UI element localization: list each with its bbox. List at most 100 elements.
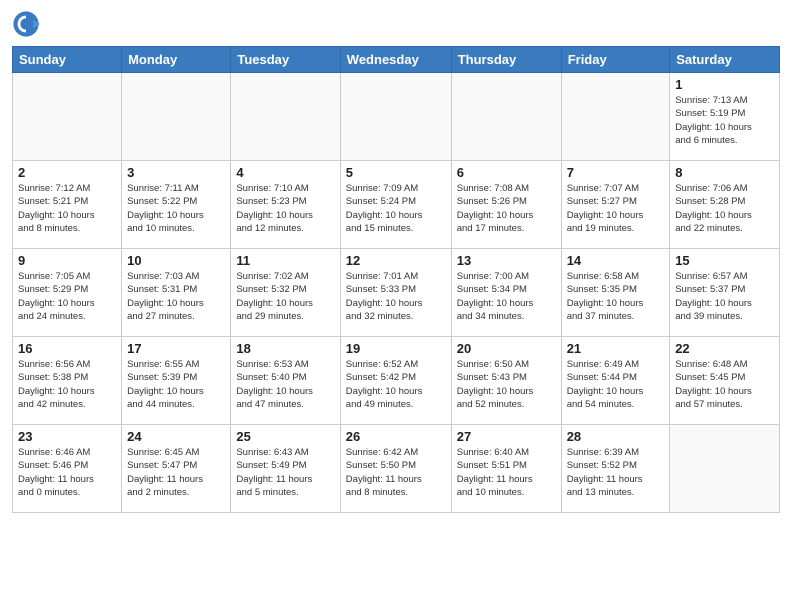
- day-number: 20: [457, 341, 556, 356]
- weekday-header-friday: Friday: [561, 47, 670, 73]
- day-number: 19: [346, 341, 446, 356]
- day-cell: 11 Sunrise: 7:02 AM Sunset: 5:32 PM Dayli…: [231, 249, 340, 337]
- day-info: Sunrise: 6:42 AM Sunset: 5:50 PM Dayligh…: [346, 446, 446, 499]
- day-cell: 23 Sunrise: 6:46 AM Sunset: 5:46 PM Dayli…: [13, 425, 122, 513]
- day-number: 18: [236, 341, 334, 356]
- day-number: 22: [675, 341, 774, 356]
- day-info: Sunrise: 6:48 AM Sunset: 5:45 PM Dayligh…: [675, 358, 774, 411]
- day-cell: 12 Sunrise: 7:01 AM Sunset: 5:33 PM Dayli…: [340, 249, 451, 337]
- day-number: 21: [567, 341, 665, 356]
- weekday-header-wednesday: Wednesday: [340, 47, 451, 73]
- day-cell: 8Sunrise: 7:06 AM Sunset: 5:28 PM Daylig…: [670, 161, 780, 249]
- week-row-3: 9 Sunrise: 7:05 AM Sunset: 5:29 PM Daylig…: [13, 249, 780, 337]
- week-row-4: 16 Sunrise: 6:56 AM Sunset: 5:38 PM Dayli…: [13, 337, 780, 425]
- day-number: 27: [457, 429, 556, 444]
- day-cell: 10 Sunrise: 7:03 AM Sunset: 5:31 PM Dayli…: [122, 249, 231, 337]
- day-cell: 14 Sunrise: 6:58 AM Sunset: 5:35 PM Dayli…: [561, 249, 670, 337]
- day-number: 7: [567, 165, 665, 180]
- day-cell: [13, 73, 122, 161]
- day-cell: 26 Sunrise: 6:42 AM Sunset: 5:50 PM Dayli…: [340, 425, 451, 513]
- day-number: 24: [127, 429, 225, 444]
- day-cell: 19 Sunrise: 6:52 AM Sunset: 5:42 PM Dayli…: [340, 337, 451, 425]
- calendar-table: SundayMondayTuesdayWednesdayThursdayFrid…: [12, 46, 780, 513]
- day-cell: 2Sunrise: 7:12 AM Sunset: 5:21 PM Daylig…: [13, 161, 122, 249]
- weekday-header-tuesday: Tuesday: [231, 47, 340, 73]
- day-number: 10: [127, 253, 225, 268]
- day-number: 17: [127, 341, 225, 356]
- header: [12, 10, 780, 38]
- day-cell: 25 Sunrise: 6:43 AM Sunset: 5:49 PM Dayli…: [231, 425, 340, 513]
- day-number: 1: [675, 77, 774, 92]
- day-cell: [561, 73, 670, 161]
- day-cell: 6Sunrise: 7:08 AM Sunset: 5:26 PM Daylig…: [451, 161, 561, 249]
- day-info: Sunrise: 6:50 AM Sunset: 5:43 PM Dayligh…: [457, 358, 556, 411]
- day-info: Sunrise: 7:10 AM Sunset: 5:23 PM Dayligh…: [236, 182, 334, 235]
- day-cell: 28 Sunrise: 6:39 AM Sunset: 5:52 PM Dayli…: [561, 425, 670, 513]
- day-info: Sunrise: 7:12 AM Sunset: 5:21 PM Dayligh…: [18, 182, 116, 235]
- day-info: Sunrise: 7:11 AM Sunset: 5:22 PM Dayligh…: [127, 182, 225, 235]
- day-info: Sunrise: 7:02 AM Sunset: 5:32 PM Dayligh…: [236, 270, 334, 323]
- weekday-header-saturday: Saturday: [670, 47, 780, 73]
- week-row-1: 1 Sunrise: 7:13 AM Sunset: 5:19 PM Daylig…: [13, 73, 780, 161]
- day-number: 11: [236, 253, 334, 268]
- day-number: 12: [346, 253, 446, 268]
- day-cell: 22 Sunrise: 6:48 AM Sunset: 5:45 PM Dayli…: [670, 337, 780, 425]
- day-cell: 9 Sunrise: 7:05 AM Sunset: 5:29 PM Daylig…: [13, 249, 122, 337]
- day-info: Sunrise: 6:45 AM Sunset: 5:47 PM Dayligh…: [127, 446, 225, 499]
- day-number: 9: [18, 253, 116, 268]
- day-number: 23: [18, 429, 116, 444]
- day-info: Sunrise: 7:13 AM Sunset: 5:19 PM Dayligh…: [675, 94, 774, 147]
- day-number: 16: [18, 341, 116, 356]
- day-number: 25: [236, 429, 334, 444]
- weekday-header-row: SundayMondayTuesdayWednesdayThursdayFrid…: [13, 47, 780, 73]
- day-cell: 1 Sunrise: 7:13 AM Sunset: 5:19 PM Daylig…: [670, 73, 780, 161]
- day-info: Sunrise: 7:05 AM Sunset: 5:29 PM Dayligh…: [18, 270, 116, 323]
- day-cell: 13Sunrise: 7:00 AM Sunset: 5:34 PM Dayli…: [451, 249, 561, 337]
- day-number: 15: [675, 253, 774, 268]
- weekday-header-sunday: Sunday: [13, 47, 122, 73]
- day-info: Sunrise: 7:07 AM Sunset: 5:27 PM Dayligh…: [567, 182, 665, 235]
- day-cell: 17 Sunrise: 6:55 AM Sunset: 5:39 PM Dayli…: [122, 337, 231, 425]
- day-info: Sunrise: 6:57 AM Sunset: 5:37 PM Dayligh…: [675, 270, 774, 323]
- day-number: 5: [346, 165, 446, 180]
- day-cell: 24 Sunrise: 6:45 AM Sunset: 5:47 PM Dayli…: [122, 425, 231, 513]
- day-info: Sunrise: 6:49 AM Sunset: 5:44 PM Dayligh…: [567, 358, 665, 411]
- day-number: 28: [567, 429, 665, 444]
- day-info: Sunrise: 6:46 AM Sunset: 5:46 PM Dayligh…: [18, 446, 116, 499]
- day-cell: 16 Sunrise: 6:56 AM Sunset: 5:38 PM Dayli…: [13, 337, 122, 425]
- day-info: Sunrise: 7:01 AM Sunset: 5:33 PM Dayligh…: [346, 270, 446, 323]
- day-cell: [670, 425, 780, 513]
- day-number: 13: [457, 253, 556, 268]
- day-info: Sunrise: 6:43 AM Sunset: 5:49 PM Dayligh…: [236, 446, 334, 499]
- day-info: Sunrise: 6:52 AM Sunset: 5:42 PM Dayligh…: [346, 358, 446, 411]
- day-number: 26: [346, 429, 446, 444]
- day-info: Sunrise: 6:39 AM Sunset: 5:52 PM Dayligh…: [567, 446, 665, 499]
- day-number: 14: [567, 253, 665, 268]
- day-number: 3: [127, 165, 225, 180]
- day-cell: [340, 73, 451, 161]
- day-number: 4: [236, 165, 334, 180]
- day-info: Sunrise: 7:08 AM Sunset: 5:26 PM Dayligh…: [457, 182, 556, 235]
- day-info: Sunrise: 7:06 AM Sunset: 5:28 PM Dayligh…: [675, 182, 774, 235]
- day-cell: 27 Sunrise: 6:40 AM Sunset: 5:51 PM Dayli…: [451, 425, 561, 513]
- day-cell: 7 Sunrise: 7:07 AM Sunset: 5:27 PM Daylig…: [561, 161, 670, 249]
- day-info: Sunrise: 7:03 AM Sunset: 5:31 PM Dayligh…: [127, 270, 225, 323]
- day-cell: 5 Sunrise: 7:09 AM Sunset: 5:24 PM Daylig…: [340, 161, 451, 249]
- logo: [12, 10, 44, 38]
- day-info: Sunrise: 6:55 AM Sunset: 5:39 PM Dayligh…: [127, 358, 225, 411]
- day-cell: 20 Sunrise: 6:50 AM Sunset: 5:43 PM Dayli…: [451, 337, 561, 425]
- day-cell: [122, 73, 231, 161]
- day-info: Sunrise: 6:53 AM Sunset: 5:40 PM Dayligh…: [236, 358, 334, 411]
- week-row-5: 23 Sunrise: 6:46 AM Sunset: 5:46 PM Dayli…: [13, 425, 780, 513]
- day-info: Sunrise: 6:58 AM Sunset: 5:35 PM Dayligh…: [567, 270, 665, 323]
- logo-icon: [12, 10, 40, 38]
- week-row-2: 2Sunrise: 7:12 AM Sunset: 5:21 PM Daylig…: [13, 161, 780, 249]
- day-info: Sunrise: 6:40 AM Sunset: 5:51 PM Dayligh…: [457, 446, 556, 499]
- day-cell: 18 Sunrise: 6:53 AM Sunset: 5:40 PM Dayli…: [231, 337, 340, 425]
- day-cell: 4 Sunrise: 7:10 AM Sunset: 5:23 PM Daylig…: [231, 161, 340, 249]
- day-info: Sunrise: 6:56 AM Sunset: 5:38 PM Dayligh…: [18, 358, 116, 411]
- day-cell: 3 Sunrise: 7:11 AM Sunset: 5:22 PM Daylig…: [122, 161, 231, 249]
- weekday-header-thursday: Thursday: [451, 47, 561, 73]
- day-info: Sunrise: 7:09 AM Sunset: 5:24 PM Dayligh…: [346, 182, 446, 235]
- weekday-header-monday: Monday: [122, 47, 231, 73]
